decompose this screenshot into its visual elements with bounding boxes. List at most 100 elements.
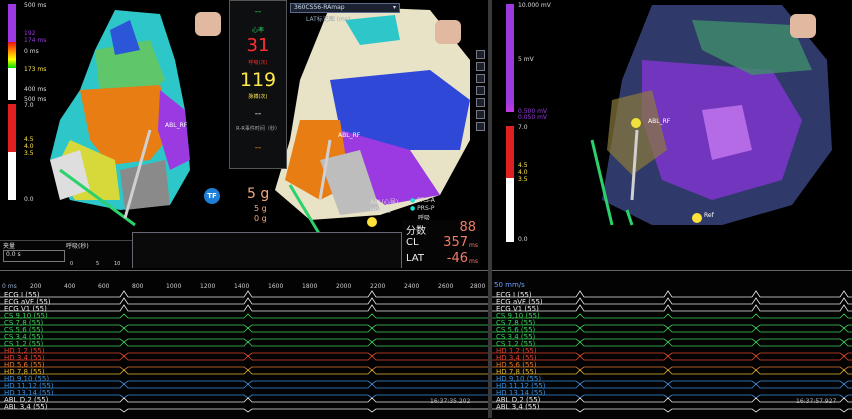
scale-tick: 5 mV xyxy=(518,56,534,63)
catheter-label-mid: ABL_RF xyxy=(338,132,361,139)
force-badge-icon: TF xyxy=(204,188,220,204)
legend-prs-p: ● PRS-P xyxy=(410,205,435,212)
scale-tick: 3.5 xyxy=(518,176,528,183)
ecg-trace xyxy=(492,355,852,361)
vitals-dash-mid: -- xyxy=(254,109,262,119)
right-ecg-timestamp: 16:37:57.927 xyxy=(796,398,837,405)
mapping-stats: 分数 88 CL 357 ms LAT -46 ms xyxy=(402,220,480,268)
ecg-trace xyxy=(0,369,488,375)
toolbar-button[interactable] xyxy=(476,86,485,95)
toolbar-button[interactable] xyxy=(476,122,485,131)
scale-tick: 0.0 xyxy=(24,196,34,203)
scale-tick: 4.0 xyxy=(24,143,34,150)
panel-divider[interactable] xyxy=(488,0,492,418)
ecg-trace xyxy=(492,338,852,343)
scale-tick: 174 ms xyxy=(24,37,47,44)
scale-tick: 10.000 mV xyxy=(518,2,551,9)
ecg-trace xyxy=(0,324,488,329)
ecg-trace xyxy=(492,366,852,371)
strip-resp-label: 呼吸(秒) xyxy=(66,243,89,250)
scale-tick: 192 xyxy=(24,30,36,37)
chevron-down-icon: ▾ xyxy=(392,4,396,11)
respiration-strip: 夹量 呼吸(秒) 0.0 s 0 5 10 xyxy=(0,240,135,268)
right-map-viewport[interactable]: 10.000 mV 5 mV 0.500 mV 0.050 mV 7.0 4.5… xyxy=(492,0,852,268)
ecg-trace xyxy=(0,338,488,343)
pulse-value: 119 xyxy=(239,69,277,91)
ecg-trace xyxy=(492,341,852,347)
toolbar-button[interactable] xyxy=(476,50,485,59)
ecg-trace xyxy=(0,352,488,357)
lat-label: LAT xyxy=(406,253,424,264)
vitals-panel: -- 心率 31 呼吸(次) 119 脉搏(次) -- R‑R事件时间（秒） -… xyxy=(229,0,287,169)
scale-tick: 400 ms xyxy=(24,86,47,93)
cl-label: CL xyxy=(406,237,419,248)
force-color-scale[interactable] xyxy=(8,104,22,200)
scale-tick: 500 ms xyxy=(24,2,47,9)
lat-unit: ms xyxy=(469,258,478,265)
ecg-trace xyxy=(0,380,488,385)
scale-tick: 0.050 mV xyxy=(518,114,548,121)
ecg-trace xyxy=(492,324,852,329)
toolbar-button[interactable] xyxy=(476,98,485,107)
left-ecg-traces xyxy=(0,290,488,413)
strip-title: 夹量 xyxy=(3,243,16,250)
ecg-trace xyxy=(0,408,488,413)
force-value-3: 0 g xyxy=(254,214,267,223)
ecg-trace xyxy=(492,380,852,385)
lat-value: -46 xyxy=(446,251,468,266)
ecg-trace xyxy=(492,327,852,333)
ecg-trace xyxy=(0,327,488,333)
ecg-trace xyxy=(0,341,488,347)
ecg-trace xyxy=(492,304,852,312)
map-sub-label: LAT标记图 (ms) xyxy=(306,16,351,23)
ecg-trace xyxy=(492,313,852,319)
ecg-trace xyxy=(492,297,852,305)
catheter-label-right: ABL_RF xyxy=(648,118,671,125)
heart-rate-unit: 呼吸(次) xyxy=(248,60,268,66)
strip-time-b: 5 xyxy=(96,261,100,267)
scale-tick: 0 ms xyxy=(24,48,39,55)
ecg-trace xyxy=(0,290,488,298)
count-value: 88 xyxy=(459,220,476,235)
reference-label: Ref xyxy=(704,212,714,219)
ecg-trace xyxy=(492,408,852,413)
cl-unit: ms xyxy=(469,242,478,249)
vitals-dash-bottom: -- xyxy=(254,143,262,153)
catheter-label-left: ABL_RF xyxy=(165,122,188,129)
vitals-dash-top: -- xyxy=(254,7,262,17)
ecg-trace xyxy=(0,297,488,305)
left-ecg-panel[interactable]: 0 ms 200 400 600 800 1000 1200 1400 1600… xyxy=(0,270,488,419)
scale-tick: 7.0 xyxy=(24,102,34,109)
count-label: 分数 xyxy=(406,226,426,237)
right-3d-anatomy xyxy=(590,5,832,226)
lat-histogram[interactable] xyxy=(132,232,402,268)
legend-prs-a: ● PRS-A xyxy=(410,197,435,204)
contact-force-widget: TF 5 g 5 g 0 g xyxy=(202,186,272,226)
map-select-value: 360CS56-RAmap xyxy=(294,4,345,11)
right-ecg-panel[interactable]: 50 mm/s ECG I (55) ECG aVF (55) ECG V1 (55… xyxy=(492,270,852,419)
map-select-dropdown[interactable]: 360CS56-RAmap ▾ xyxy=(290,3,400,13)
strip-slider[interactable]: 0.0 s xyxy=(3,250,65,262)
left-ecg-timestamp: 16:37:35.202 xyxy=(430,398,471,405)
left-map-viewport[interactable]: 500 ms 192 174 ms 0 ms 173 ms 400 ms 500… xyxy=(0,0,488,268)
ecg-trace xyxy=(0,397,488,403)
channel-label: ABL 3,4 (55) xyxy=(4,403,48,411)
lat-color-scale[interactable] xyxy=(8,4,22,100)
toolbar-button[interactable] xyxy=(476,110,485,119)
scale-tick: 4.5 xyxy=(24,136,34,143)
strip-time-a: 0 xyxy=(70,261,74,267)
scale-tick: 3.5 xyxy=(24,150,34,157)
scale-tick: 4.5 xyxy=(518,162,528,169)
force-value-2: 5 g xyxy=(254,204,267,213)
toolbar-button[interactable] xyxy=(476,62,485,71)
voltage-color-scale[interactable] xyxy=(506,4,516,120)
ecg-trace xyxy=(492,383,852,389)
strip-time-c: 10 xyxy=(114,261,121,267)
channel-label: ABL 3,4 (55) xyxy=(496,403,540,411)
toolbar-button[interactable] xyxy=(476,74,485,83)
right-force-scale[interactable] xyxy=(506,126,516,242)
scale-tick: 0.0 xyxy=(518,236,528,243)
heart-rate-label: 心率 xyxy=(251,27,264,34)
ecg-trace xyxy=(0,313,488,319)
pulse-unit: 脉搏(次) xyxy=(248,94,268,100)
